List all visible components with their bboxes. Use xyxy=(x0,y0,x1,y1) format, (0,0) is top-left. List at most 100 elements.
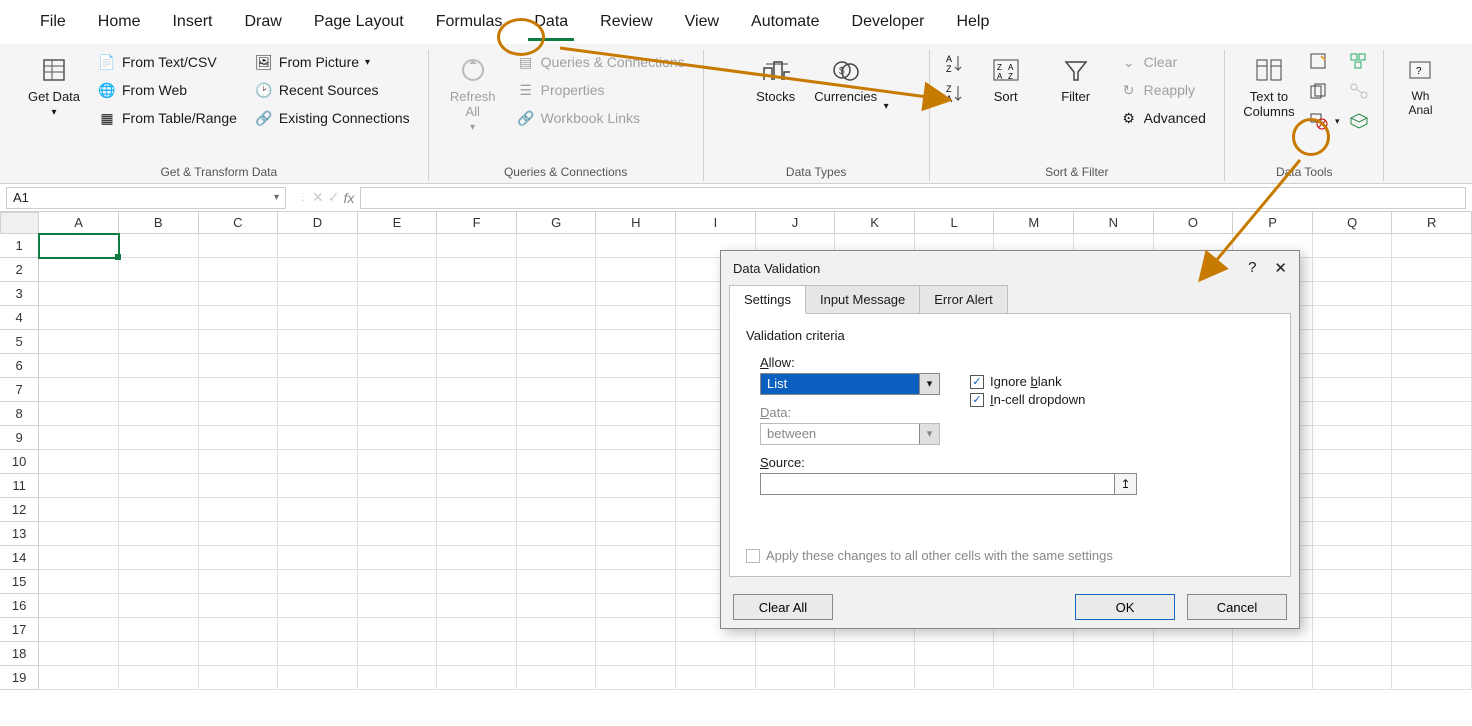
column-header[interactable]: N xyxy=(1074,212,1154,234)
row-header[interactable]: 17 xyxy=(0,618,39,642)
cell[interactable] xyxy=(39,402,119,426)
cell[interactable] xyxy=(199,594,279,618)
queries-connections-button[interactable]: ▤Queries & Connections xyxy=(511,50,691,74)
from-table-button[interactable]: ▦From Table/Range xyxy=(92,106,243,130)
cell[interactable] xyxy=(437,234,517,258)
fx-icon[interactable]: fx xyxy=(343,190,354,206)
cell[interactable] xyxy=(199,426,279,450)
cell[interactable] xyxy=(1392,546,1472,570)
row-header[interactable]: 18 xyxy=(0,642,39,666)
cell[interactable] xyxy=(199,378,279,402)
cell[interactable] xyxy=(1074,666,1154,690)
cell[interactable] xyxy=(596,306,676,330)
cell[interactable] xyxy=(39,570,119,594)
source-input[interactable] xyxy=(760,473,1115,495)
cell[interactable] xyxy=(596,642,676,666)
cell[interactable] xyxy=(39,306,119,330)
cell[interactable] xyxy=(517,330,597,354)
cell[interactable] xyxy=(1392,522,1472,546)
cell[interactable] xyxy=(278,378,358,402)
recent-sources-button[interactable]: 🕑Recent Sources xyxy=(249,78,416,102)
close-icon[interactable]: ✕ xyxy=(1274,259,1287,277)
cell[interactable] xyxy=(199,402,279,426)
cancel-formula-icon[interactable]: ✕ xyxy=(312,189,324,206)
cell[interactable] xyxy=(1313,642,1393,666)
column-header[interactable]: C xyxy=(199,212,279,234)
cell[interactable] xyxy=(1392,354,1472,378)
cell[interactable] xyxy=(1392,426,1472,450)
text-to-columns-button[interactable]: Text to Columns xyxy=(1237,50,1301,123)
flash-fill-button[interactable] xyxy=(1307,50,1342,72)
cell[interactable] xyxy=(119,306,199,330)
cell[interactable] xyxy=(517,546,597,570)
cell[interactable] xyxy=(437,666,517,690)
row-header[interactable]: 6 xyxy=(0,354,39,378)
cell[interactable] xyxy=(1392,282,1472,306)
cell[interactable] xyxy=(1392,450,1472,474)
row-header[interactable]: 11 xyxy=(0,474,39,498)
cell[interactable] xyxy=(119,474,199,498)
tab-input-message[interactable]: Input Message xyxy=(805,285,920,314)
cell[interactable] xyxy=(596,570,676,594)
cell[interactable] xyxy=(199,450,279,474)
cell[interactable] xyxy=(756,642,836,666)
cell[interactable] xyxy=(39,522,119,546)
cell[interactable] xyxy=(994,642,1074,666)
cell[interactable] xyxy=(358,474,438,498)
cell[interactable] xyxy=(517,666,597,690)
data-validation-button[interactable]: ▾ xyxy=(1307,110,1342,132)
cell[interactable] xyxy=(39,282,119,306)
cell[interactable] xyxy=(1392,378,1472,402)
sort-asc-button[interactable]: AZ xyxy=(942,50,968,76)
cell[interactable] xyxy=(358,594,438,618)
row-header[interactable]: 5 xyxy=(0,330,39,354)
cell[interactable] xyxy=(119,354,199,378)
cell[interactable] xyxy=(517,642,597,666)
range-picker-icon[interactable]: ↥ xyxy=(1115,473,1137,495)
cell[interactable] xyxy=(39,450,119,474)
cell[interactable] xyxy=(1313,570,1393,594)
cell[interactable] xyxy=(119,378,199,402)
tab-settings[interactable]: Settings xyxy=(729,285,806,314)
cell[interactable] xyxy=(437,618,517,642)
existing-connections-button[interactable]: 🔗Existing Connections xyxy=(249,106,416,130)
cell[interactable] xyxy=(517,306,597,330)
cell[interactable] xyxy=(437,378,517,402)
cell[interactable] xyxy=(119,330,199,354)
column-header[interactable]: M xyxy=(994,212,1074,234)
cell[interactable] xyxy=(1313,330,1393,354)
row-header[interactable]: 19 xyxy=(0,666,39,690)
cell[interactable] xyxy=(1392,330,1472,354)
cell[interactable] xyxy=(1313,354,1393,378)
select-all-corner[interactable] xyxy=(0,212,39,234)
cell[interactable] xyxy=(39,258,119,282)
cell[interactable] xyxy=(437,402,517,426)
cell[interactable] xyxy=(1392,402,1472,426)
column-header[interactable]: O xyxy=(1154,212,1234,234)
cell[interactable] xyxy=(358,234,438,258)
row-header[interactable]: 14 xyxy=(0,546,39,570)
cell[interactable] xyxy=(39,642,119,666)
row-header[interactable]: 12 xyxy=(0,498,39,522)
sort-button[interactable]: ZAAZ Sort xyxy=(974,50,1038,108)
cell[interactable] xyxy=(39,378,119,402)
cell[interactable] xyxy=(437,522,517,546)
cell[interactable] xyxy=(358,354,438,378)
cell[interactable] xyxy=(358,522,438,546)
row-header[interactable]: 9 xyxy=(0,426,39,450)
cell[interactable] xyxy=(39,666,119,690)
menu-page-layout[interactable]: Page Layout xyxy=(298,9,420,35)
stocks-button[interactable]: Stocks xyxy=(744,50,808,108)
cell[interactable] xyxy=(1154,642,1234,666)
menu-review[interactable]: Review xyxy=(584,9,668,35)
cell[interactable] xyxy=(437,498,517,522)
cell[interactable] xyxy=(278,306,358,330)
cell[interactable] xyxy=(199,642,279,666)
menu-insert[interactable]: Insert xyxy=(156,9,228,35)
row-header[interactable]: 1 xyxy=(0,234,39,258)
cell[interactable] xyxy=(1313,258,1393,282)
cell[interactable] xyxy=(1392,258,1472,282)
cell[interactable] xyxy=(517,426,597,450)
cell[interactable] xyxy=(1392,594,1472,618)
cell[interactable] xyxy=(278,522,358,546)
